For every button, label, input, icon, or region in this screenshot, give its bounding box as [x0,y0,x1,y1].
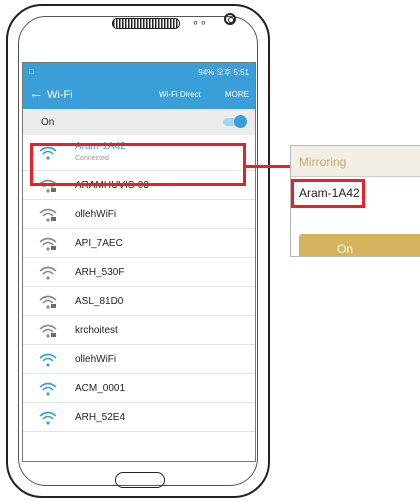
wifi-locked-icon [39,295,57,309]
mirroring-on-button[interactable]: On [299,234,420,256]
wifi-network-item[interactable]: krchoitest [23,316,255,345]
network-name: ollehWiFi [75,209,117,220]
status-text: 94% 오후 5:51 [198,68,249,77]
wifi-network-item[interactable]: ASL_81D0 [23,287,255,316]
network-name: API_7AEC [75,238,123,249]
network-name: ARH_530F [75,267,125,278]
network-name: ARH_52E4 [75,412,126,423]
network-name: ollehWiFi [75,354,117,365]
wifi-network-item[interactable]: API_7AEC [23,229,255,258]
phone-frame: ∘∘ □ 94% 오후 5:51 ← Wi-Fi Wi-Fi Direct MO… [6,4,270,498]
wifi-locked-icon [39,208,57,222]
wifi-signal-icon [39,411,57,425]
wifi-signal-icon [39,382,57,396]
network-name: ASL_81D0 [75,296,124,307]
network-name: krchoitest [75,325,118,336]
connected-network-highlight [30,143,246,186]
phone-screen: □ 94% 오후 5:51 ← Wi-Fi Wi-Fi Direct MORE … [22,62,256,462]
wifi-signal-icon [39,353,57,367]
app-bar: ← Wi-Fi Wi-Fi Direct MORE [23,81,255,109]
mirroring-title: Mirroring [299,155,347,169]
status-bar: □ 94% 오후 5:51 [23,63,255,81]
mirroring-on-label: On [337,242,354,256]
wifi-locked-icon [39,324,57,338]
wifi-signal-icon [39,266,57,280]
device-name-highlight [291,179,365,208]
earpiece-speaker [112,18,180,29]
callout-connector [246,165,290,168]
wifi-network-item[interactable]: ollehWiFi [23,345,255,374]
proximity-sensors: ∘∘ [192,17,208,29]
home-button[interactable] [115,472,165,488]
wifi-toggle-row[interactable]: On [23,109,255,135]
more-button[interactable]: MORE [225,90,249,99]
notification-icon: □ [29,67,34,76]
wifi-network-item[interactable]: ARH_530F [23,258,255,287]
mirroring-panel: Mirroring Aram-1A42 On [290,145,420,257]
wifi-locked-icon [39,237,57,251]
wifi-network-item[interactable]: ollehWiFi [23,200,255,229]
wifi-network-item[interactable]: ACM_0001 [23,374,255,403]
back-arrow-icon[interactable]: ← [29,85,43,101]
page-title: Wi-Fi [47,89,73,101]
network-name: ACM_0001 [75,383,126,394]
wifi-toggle-switch[interactable] [223,115,247,128]
wifi-toggle-label: On [41,117,55,128]
wifi-network-item[interactable]: ARH_52E4 [23,403,255,432]
front-camera-icon [224,13,236,25]
wifi-direct-button[interactable]: Wi-Fi Direct [159,90,201,99]
